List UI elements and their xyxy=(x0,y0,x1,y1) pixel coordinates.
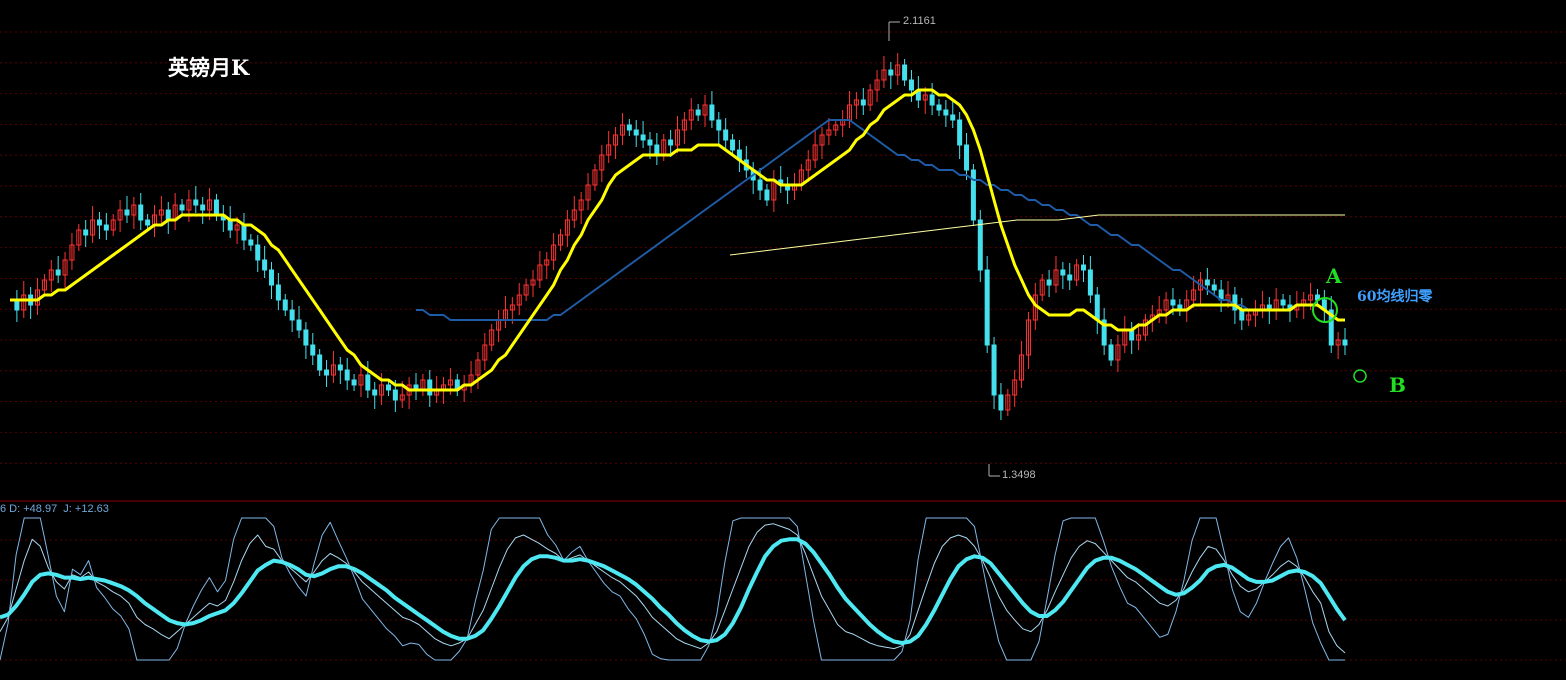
ma60-line xyxy=(416,119,1250,321)
candle-down xyxy=(1094,294,1100,321)
candle-down xyxy=(695,109,701,116)
candle-down xyxy=(950,114,956,121)
chart-title: 英镑月K xyxy=(168,55,250,80)
candle-down xyxy=(1081,264,1087,271)
candle-down xyxy=(103,224,109,231)
kdj-value-label: 6 D: +48.97 J: +12.63 xyxy=(0,503,109,515)
candle-down xyxy=(860,99,866,106)
marker-circle-b xyxy=(1353,369,1367,383)
candle-down xyxy=(365,374,371,391)
candle-down xyxy=(427,379,433,396)
candle-down xyxy=(1211,284,1217,291)
candle-down xyxy=(902,64,908,81)
candle-down xyxy=(262,259,268,271)
candle-down xyxy=(324,369,330,376)
candle-down xyxy=(709,104,715,121)
candle-down xyxy=(970,169,976,221)
candle-down xyxy=(757,179,763,191)
candle-down xyxy=(647,139,653,146)
price-low-label: 1.3498 xyxy=(1002,469,1036,481)
candle-down xyxy=(83,229,89,236)
candle-down xyxy=(55,269,61,276)
candle-down xyxy=(991,344,997,396)
candle-down xyxy=(255,244,261,261)
candle-down xyxy=(289,309,295,321)
candle-down xyxy=(385,384,391,391)
candle-down xyxy=(998,394,1004,411)
candle-down xyxy=(1108,344,1114,361)
candle-down xyxy=(282,299,288,311)
candles xyxy=(14,53,1348,420)
candle-down xyxy=(124,209,130,216)
candle-down xyxy=(213,199,219,216)
candle-down xyxy=(964,144,970,171)
annotation-ma60: 60均线归零 xyxy=(1357,289,1433,305)
candle-down xyxy=(1046,279,1052,286)
candle-down xyxy=(1087,269,1093,296)
candle-down xyxy=(248,239,254,246)
candle-down xyxy=(310,344,316,356)
candle-down xyxy=(268,269,274,286)
candle-down xyxy=(984,269,990,346)
candle-down xyxy=(275,284,281,301)
candle-down xyxy=(145,219,151,226)
candle-down xyxy=(303,329,309,346)
candle-down xyxy=(1060,269,1066,276)
candle-down xyxy=(1280,299,1286,306)
annotation-a: A xyxy=(1326,264,1342,288)
candle-down xyxy=(372,389,378,396)
candle-down xyxy=(977,219,983,271)
candle-down xyxy=(1342,339,1348,346)
ma-long-line xyxy=(729,214,1345,256)
annotation-b: B xyxy=(1389,373,1406,397)
candle-down xyxy=(200,204,206,211)
candle-down xyxy=(1170,299,1176,306)
kline-chart[interactable] xyxy=(0,0,1566,680)
candle-down xyxy=(392,389,398,401)
candle-down xyxy=(723,129,729,141)
candle-down xyxy=(193,199,199,206)
candle-down xyxy=(344,369,350,381)
kdj-d-line xyxy=(0,537,1347,645)
candle-down xyxy=(1204,279,1210,286)
candle-down xyxy=(936,104,942,111)
candle-down xyxy=(716,119,722,131)
price-high-label: 2.1161 xyxy=(903,15,936,27)
candle-down xyxy=(179,204,185,211)
candle-down xyxy=(730,139,736,151)
candle-down xyxy=(888,69,894,76)
candle-down xyxy=(337,364,343,371)
kdj-k-line xyxy=(0,523,1346,654)
candle-down xyxy=(626,124,632,131)
candle-down xyxy=(640,134,646,141)
candle-down xyxy=(633,129,639,136)
candle-down xyxy=(296,319,302,331)
candle-down xyxy=(138,204,144,221)
candle-down xyxy=(96,219,102,226)
candle-down xyxy=(764,189,770,201)
candle-down xyxy=(241,224,247,241)
candle-down xyxy=(908,79,914,91)
candle-down xyxy=(351,379,357,386)
candle-down xyxy=(943,109,949,116)
candle-down xyxy=(317,354,323,371)
candle-down xyxy=(1067,274,1073,281)
candle-down xyxy=(957,119,963,146)
candle-down xyxy=(929,94,935,106)
candle-down xyxy=(668,139,674,146)
kdj-indicator-panel xyxy=(0,517,1347,661)
